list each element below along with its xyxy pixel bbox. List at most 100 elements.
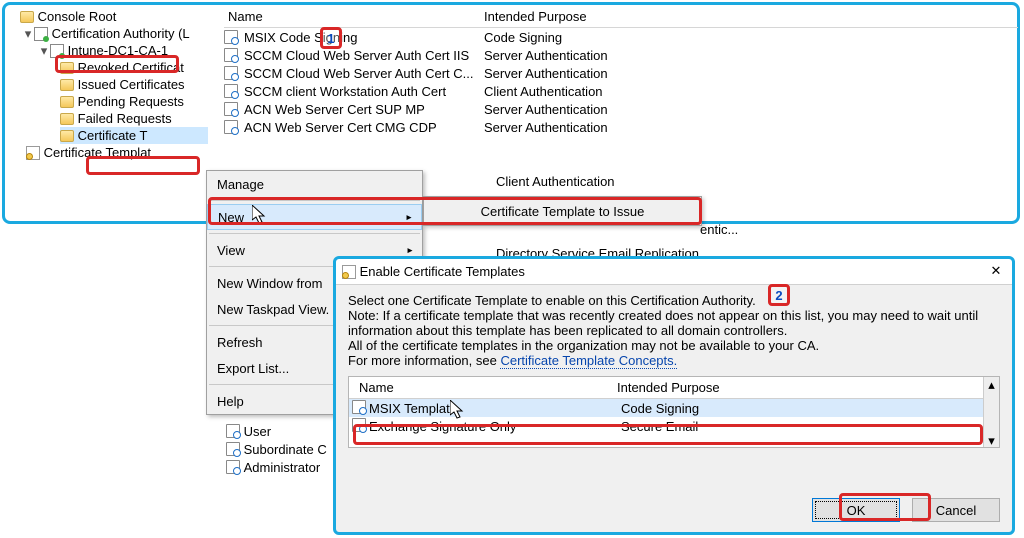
template-purpose: Secure Email — [621, 419, 821, 434]
submenu-issue[interactable]: Certificate Template to Issue — [423, 196, 702, 226]
certificate-list: Name Intended Purpose MSIX Code SigningC… — [224, 6, 1018, 136]
cell: User — [244, 424, 271, 439]
cert-icon — [226, 442, 240, 456]
cell-purpose: Code Signing — [484, 30, 744, 45]
list-row[interactable]: SCCM Cloud Web Server Auth Cert C...Serv… — [224, 64, 1018, 82]
list-item[interactable]: Subordinate C — [226, 440, 327, 458]
list-row[interactable]: MSIX Code SigningCode Signing — [224, 28, 1018, 46]
cert-icon — [224, 48, 238, 62]
col-name[interactable]: Name — [224, 9, 484, 24]
cert-icon — [224, 120, 238, 134]
tree-label-server: Intune-DC1-CA-1 — [68, 43, 168, 58]
tree-node-root[interactable]: Console Root — [8, 8, 208, 25]
menu-label: View — [217, 243, 245, 258]
scroll-down-icon[interactable]: ▾ — [984, 433, 999, 447]
dialog-message: Select one Certificate Template to enabl… — [348, 293, 1000, 368]
menu-separator — [209, 200, 420, 201]
cell: Administrator — [244, 460, 321, 475]
menu-new[interactable]: New▸ — [207, 204, 422, 230]
cell-name: SCCM client Workstation Auth Cert — [240, 84, 484, 99]
col-purpose[interactable]: Intended Purpose — [617, 380, 817, 395]
cell-purpose: Server Authentication — [484, 48, 744, 63]
menu-label: Help — [217, 394, 244, 409]
ok-button[interactable]: OK — [812, 498, 900, 522]
tree-node-cert-templates[interactable]: Certificate Templat — [26, 144, 208, 161]
tree-label-root: Console Root — [38, 9, 117, 24]
concepts-link[interactable]: Certificate Template Concepts. — [500, 353, 677, 369]
tree-node-revoked[interactable]: Revoked Certificat — [60, 59, 208, 76]
cell-purpose: Client Authentication — [484, 84, 744, 99]
folder-icon — [60, 96, 74, 108]
msg-line: For more information, see Certificate Te… — [348, 353, 1000, 368]
cell-name: SCCM Cloud Web Server Auth Cert IIS — [240, 48, 484, 63]
tree-node-server[interactable]: ▾ Intune-DC1-CA-1 — [38, 42, 208, 59]
template-row[interactable]: Exchange Signature OnlySecure Email — [349, 417, 999, 435]
template-purpose: Code Signing — [621, 401, 821, 416]
menu-label: New — [218, 210, 244, 225]
folder-icon — [60, 62, 74, 74]
cert-icon — [352, 418, 366, 432]
msg-line: Note: If a certificate template that was… — [348, 308, 1000, 323]
server-icon — [50, 44, 64, 58]
cert-icon — [224, 30, 238, 44]
tree-node-ca[interactable]: ▾ Certification Authority (L — [22, 25, 208, 42]
enable-templates-dialog: Enable Certificate Templates ✕ Select on… — [335, 258, 1013, 533]
tree-label-ca: Certification Authority (L — [52, 26, 190, 41]
ca-icon — [34, 27, 48, 41]
list-row[interactable]: ACN Web Server Cert SUP MPServer Authent… — [224, 100, 1018, 118]
tree-label: Pending Requests — [78, 94, 184, 109]
folder-icon — [60, 79, 74, 91]
cell-purpose: Server Authentication — [484, 66, 744, 81]
list-item[interactable]: Administrator — [226, 458, 327, 476]
folder-icon — [60, 113, 74, 125]
cert-icon — [226, 460, 240, 474]
scroll-up-icon[interactable]: ▴ — [984, 377, 999, 391]
msg-text: For more information, see — [348, 353, 497, 368]
submenu-label: Certificate Template to Issue — [481, 204, 645, 219]
msg-line: All of the certificate templates in the … — [348, 338, 1000, 353]
annotation-badge-2: 2 — [768, 284, 790, 306]
chevron-right-icon: ▸ — [406, 243, 414, 258]
tree-node-templates[interactable]: Certificate T — [60, 127, 208, 144]
menu-manage[interactable]: Manage — [207, 171, 422, 197]
dialog-title: Enable Certificate Templates — [360, 264, 525, 279]
tree-node-issued[interactable]: Issued Certificates — [60, 76, 208, 93]
menu-separator — [209, 233, 420, 234]
tree-label: Failed Requests — [78, 111, 172, 126]
scrollbar[interactable]: ▴ ▾ — [983, 377, 999, 447]
tree-label: Certificate T — [78, 128, 148, 143]
cancel-button[interactable]: Cancel — [912, 498, 1000, 522]
cell-name: ACN Web Server Cert CMG CDP — [240, 120, 484, 135]
close-icon[interactable]: ✕ — [988, 263, 1004, 279]
extra-list: User Subordinate C Administrator — [226, 422, 327, 476]
cert-template-icon — [26, 146, 40, 160]
menu-label: New Taskpad View. — [217, 302, 329, 317]
annotation-badge-1: 1 — [320, 27, 342, 49]
tree-node-failed[interactable]: Failed Requests — [60, 110, 208, 127]
console-tree: Console Root ▾ Certification Authority (… — [8, 8, 208, 161]
col-name[interactable]: Name — [349, 380, 617, 395]
list-row[interactable]: SCCM Cloud Web Server Auth Cert IISServe… — [224, 46, 1018, 64]
folder-icon — [60, 130, 74, 142]
template-row[interactable]: MSIX TemplateCode Signing — [349, 399, 999, 417]
dialog-titlebar: Enable Certificate Templates ✕ — [336, 259, 1012, 285]
menu-label: Manage — [217, 177, 264, 192]
collapse-icon[interactable]: ▾ — [38, 43, 50, 59]
msg-line: information about this template has been… — [348, 323, 1000, 338]
list-row[interactable]: SCCM client Workstation Auth CertClient … — [224, 82, 1018, 100]
msg-line: Select one Certificate Template to enabl… — [348, 293, 1000, 308]
list-item[interactable]: User — [226, 422, 327, 440]
cert-icon — [224, 66, 238, 80]
folder-icon — [20, 11, 34, 23]
menu-label: Refresh — [217, 335, 263, 350]
cell-name: MSIX Code Signing — [240, 30, 484, 45]
tree-label: Issued Certificates — [78, 77, 185, 92]
list-row[interactable]: entic... — [700, 220, 738, 238]
list-header: Name Intended Purpose — [349, 377, 999, 399]
collapse-icon[interactable]: ▾ — [22, 26, 34, 42]
tree-node-pending[interactable]: Pending Requests — [60, 93, 208, 110]
cert-icon — [224, 84, 238, 98]
template-list: Name Intended Purpose MSIX TemplateCode … — [348, 376, 1000, 448]
list-row[interactable]: ACN Web Server Cert CMG CDPServer Authen… — [224, 118, 1018, 136]
col-purpose[interactable]: Intended Purpose — [484, 9, 734, 24]
